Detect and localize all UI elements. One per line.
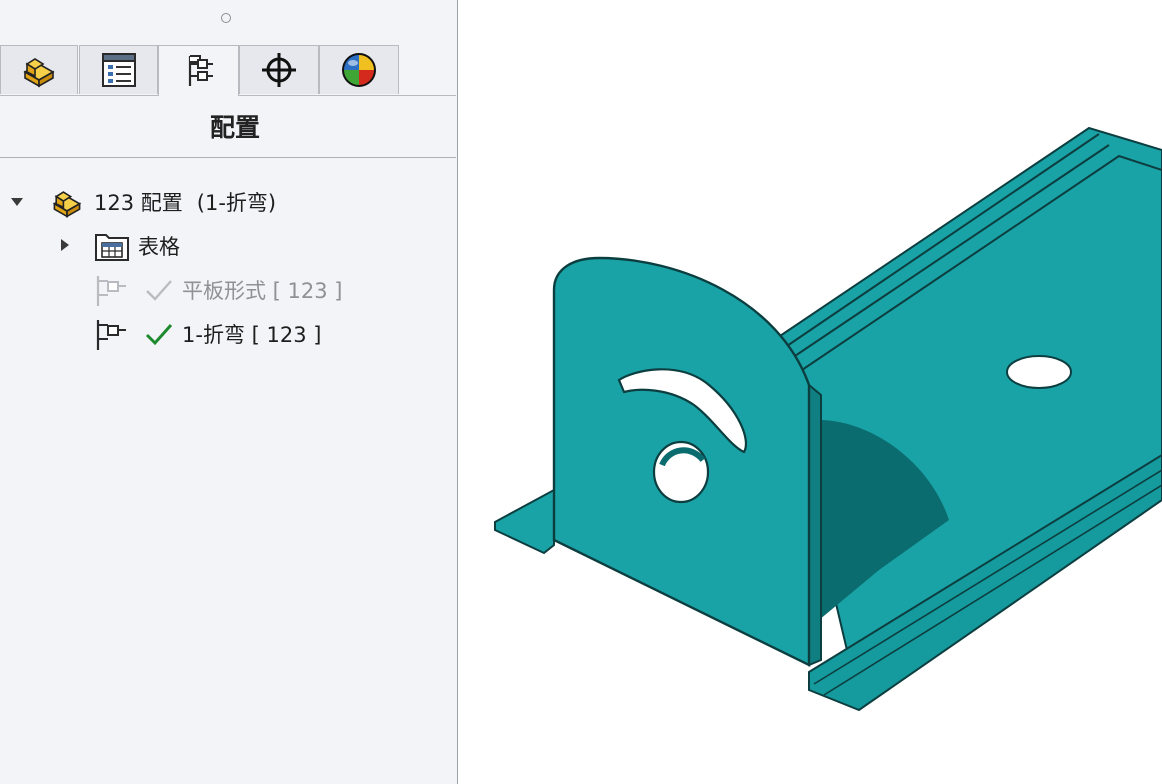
manager-tab-strip <box>0 45 456 96</box>
tree-item-bent-configuration[interactable]: 1-折弯 [ 123 ] <box>94 318 321 350</box>
crosshair-icon <box>262 53 296 87</box>
collapse-caret-icon[interactable] <box>10 197 24 207</box>
tree-item-detail: (1-折弯) <box>196 191 277 215</box>
active-check-icon <box>145 324 173 346</box>
expand-caret-icon[interactable] <box>60 238 70 252</box>
part-icon <box>23 58 55 88</box>
tab-feature-manager[interactable] <box>0 45 78 94</box>
left-flange <box>494 488 555 555</box>
tree-item-label: 1-折弯 [ 123 ] <box>182 323 322 347</box>
tab-display-manager[interactable] <box>319 45 399 94</box>
title-divider <box>0 157 456 158</box>
tree-item-flat-pattern[interactable]: 平板形式 [ 123 ] <box>94 274 343 306</box>
tab-property-manager[interactable] <box>79 45 158 94</box>
configuration-icon <box>96 276 126 306</box>
inactive-check-icon <box>146 280 172 301</box>
configuration-icon <box>96 320 126 350</box>
property-list-icon <box>101 53 136 87</box>
sheet-metal-bracket-model <box>494 126 1162 712</box>
tree-item-label: 123 配置 <box>94 191 183 215</box>
panel-title: 配置 <box>209 113 260 142</box>
part-icon <box>52 191 82 218</box>
tree-item-root-configuration[interactable]: 123 配置 (1-折弯) <box>48 186 276 218</box>
tab-dimxpert-manager[interactable] <box>239 45 319 94</box>
table-folder-icon <box>95 234 129 261</box>
tree-item-label: 表格 <box>138 235 180 259</box>
tree-item-table[interactable]: 表格 <box>94 230 180 262</box>
tab-configuration-manager[interactable] <box>158 45 239 96</box>
configuration-tree-icon <box>188 55 213 86</box>
configuration-manager-panel: 配置 123 配置 (1-折弯) 表格 平板形式 [123] 1-折弯 [… <box>0 0 458 784</box>
panel-grip-handle[interactable] <box>221 13 231 23</box>
tree-item-label: 平板形式 [ 123 ] <box>182 279 343 303</box>
appearance-sphere-icon <box>342 53 376 87</box>
graphics-viewport[interactable] <box>459 0 1162 784</box>
base-hole <box>1006 355 1072 389</box>
